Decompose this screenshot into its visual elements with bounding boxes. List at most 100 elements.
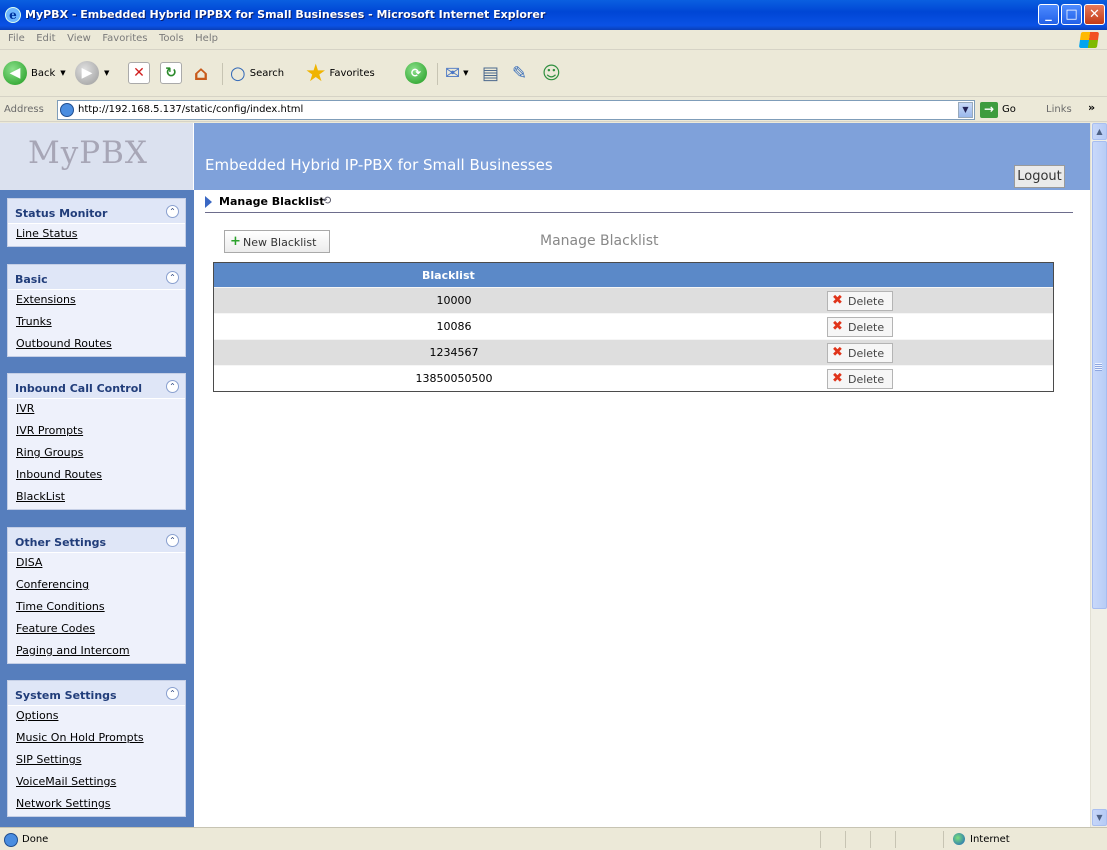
sidebar-group-other-settings: Other Settings ⌃ DISA Conferencing Time … <box>7 527 186 664</box>
maximize-button[interactable]: □ <box>1061 4 1082 25</box>
home-button[interactable]: ⌂ <box>190 60 212 86</box>
sidebar-item-blacklist[interactable]: BlackList <box>8 487 185 509</box>
messenger-icon: ☺ <box>542 62 561 84</box>
blacklist-number: 13850050500 <box>415 372 493 385</box>
collapse-icon[interactable]: ⌃ <box>166 534 179 547</box>
delete-button[interactable]: ✖ Delete <box>827 317 893 337</box>
refresh-button[interactable]: ↻ <box>160 60 182 86</box>
blacklist-table: Blacklist 10000 ✖ Delete 10086 ✖ Delete … <box>213 262 1054 392</box>
menu-edit[interactable]: Edit <box>36 33 55 44</box>
refresh-icon: ↻ <box>160 62 182 84</box>
sidebar-item-feature-codes[interactable]: Feature Codes <box>8 619 185 641</box>
refresh-page-icon[interactable]: ⟲ <box>322 194 331 207</box>
links-button[interactable]: Links <box>1046 104 1072 115</box>
table-header: Blacklist <box>214 263 1053 287</box>
delete-x-icon: ✖ <box>832 345 843 360</box>
favorites-label: Favorites <box>329 67 375 79</box>
go-arrow-icon[interactable]: → <box>980 102 998 118</box>
sidebar-item-music-on-hold-prompts[interactable]: Music On Hold Prompts <box>8 728 185 750</box>
home-icon: ⌂ <box>193 61 209 85</box>
print-button[interactable]: ▤ <box>482 60 499 86</box>
collapse-icon[interactable]: ⌃ <box>166 271 179 284</box>
delete-button[interactable]: ✖ Delete <box>827 369 893 389</box>
mail-button[interactable]: ✉ ▼ <box>445 60 468 86</box>
delete-button[interactable]: ✖ Delete <box>827 343 893 363</box>
address-dropdown-icon[interactable]: ▼ <box>958 102 973 118</box>
chevron-right-icon[interactable]: » <box>1088 101 1095 114</box>
menu-tools[interactable]: Tools <box>159 33 184 44</box>
logout-button[interactable]: Logout <box>1014 165 1065 188</box>
windows-logo-icon <box>1078 32 1100 48</box>
delete-x-icon: ✖ <box>832 371 843 386</box>
status-bar: Done Internet <box>0 827 1107 850</box>
stop-button[interactable]: ✕ <box>128 60 150 86</box>
sidebar-item-ivr[interactable]: IVR <box>8 399 185 421</box>
collapse-icon[interactable]: ⌃ <box>166 687 179 700</box>
go-button[interactable]: Go <box>1002 104 1016 115</box>
status-divider <box>895 831 896 848</box>
history-button[interactable]: ⟳ <box>405 60 427 86</box>
sidebar-item-network-settings[interactable]: Network Settings <box>8 794 185 816</box>
collapse-icon[interactable]: ⌃ <box>166 380 179 393</box>
sidebar-group-header[interactable]: Other Settings ⌃ <box>8 528 185 553</box>
back-dropdown-icon: ▼ <box>60 69 66 77</box>
close-window-button[interactable]: ✕ <box>1084 4 1105 25</box>
status-divider <box>845 831 846 848</box>
sidebar-group-header[interactable]: System Settings ⌃ <box>8 681 185 706</box>
messenger-button[interactable]: ☺ <box>542 60 561 86</box>
menu-favorites[interactable]: Favorites <box>102 33 147 44</box>
address-input[interactable]: http://192.168.5.137/static/config/index… <box>57 100 975 120</box>
sidebar-group-header[interactable]: Basic ⌃ <box>8 265 185 290</box>
vertical-scrollbar[interactable]: ▲ ▼ <box>1090 123 1107 827</box>
sidebar-item-ring-groups[interactable]: Ring Groups <box>8 443 185 465</box>
sidebar-item-outbound-routes[interactable]: Outbound Routes <box>8 334 185 356</box>
sidebar-item-line-status[interactable]: Line Status <box>8 224 185 246</box>
minimize-button[interactable]: _ <box>1038 4 1059 25</box>
sidebar-group-header[interactable]: Status Monitor ⌃ <box>8 199 185 224</box>
delete-x-icon: ✖ <box>832 293 843 308</box>
forward-arrow-icon: ▶ <box>75 61 99 85</box>
scroll-down-icon[interactable]: ▼ <box>1092 809 1107 826</box>
delete-label: Delete <box>848 373 885 386</box>
new-blacklist-button[interactable]: + New Blacklist <box>224 230 330 253</box>
favorites-button[interactable]: ★ Favorites <box>305 59 375 87</box>
sidebar-item-sip-settings[interactable]: SIP Settings <box>8 750 185 772</box>
sidebar-group-basic: Basic ⌃ Extensions Trunks Outbound Route… <box>7 264 186 357</box>
window-title: MyPBX - Embedded Hybrid IPPBX for Small … <box>25 8 546 21</box>
sidebar-item-conferencing[interactable]: Conferencing <box>8 575 185 597</box>
delete-label: Delete <box>848 295 885 308</box>
sidebar-item-ivr-prompts[interactable]: IVR Prompts <box>8 421 185 443</box>
scroll-up-icon[interactable]: ▲ <box>1092 123 1107 140</box>
sidebar-item-paging-and-intercom[interactable]: Paging and Intercom <box>8 641 185 663</box>
history-icon: ⟳ <box>405 62 427 84</box>
edit-icon: ✎ <box>512 62 528 84</box>
menu-help[interactable]: Help <box>195 33 218 44</box>
toolbar-separator <box>437 63 438 85</box>
edit-button[interactable]: ✎ <box>512 60 527 86</box>
collapse-icon[interactable]: ⌃ <box>166 205 179 218</box>
forward-button[interactable]: ▶ ▼ <box>75 60 109 86</box>
sidebar-item-trunks[interactable]: Trunks <box>8 312 185 334</box>
sidebar-item-extensions[interactable]: Extensions <box>8 290 185 312</box>
table-row: 10086 ✖ Delete <box>214 313 1053 339</box>
browser-toolbar: ◀ Back ▼ ▶ ▼ ✕ ↻ ⌂ ○ Search ★ Favorites … <box>0 51 1107 97</box>
sidebar-item-voicemail-settings[interactable]: VoiceMail Settings <box>8 772 185 794</box>
sidebar-group-header[interactable]: Inbound Call Control ⌃ <box>8 374 185 399</box>
scroll-thumb[interactable] <box>1092 141 1107 609</box>
menu-file[interactable]: File <box>8 33 25 44</box>
sidebar-item-time-conditions[interactable]: Time Conditions <box>8 597 185 619</box>
delete-button[interactable]: ✖ Delete <box>827 291 893 311</box>
status-divider <box>870 831 871 848</box>
back-button[interactable]: ◀ Back ▼ <box>3 60 66 86</box>
sidebar-item-disa[interactable]: DISA <box>8 553 185 575</box>
plus-icon: + <box>230 234 241 249</box>
menu-view[interactable]: View <box>67 33 91 44</box>
sidebar-group-title: Inbound Call Control <box>15 382 143 395</box>
scroll-grip-icon <box>1095 363 1102 371</box>
toolbar-separator <box>222 63 223 85</box>
search-button[interactable]: ○ Search <box>230 60 284 86</box>
sidebar-group-system-settings: System Settings ⌃ Options Music On Hold … <box>7 680 186 817</box>
sidebar-item-options[interactable]: Options <box>8 706 185 728</box>
sidebar-item-inbound-routes[interactable]: Inbound Routes <box>8 465 185 487</box>
status-divider <box>943 831 944 848</box>
